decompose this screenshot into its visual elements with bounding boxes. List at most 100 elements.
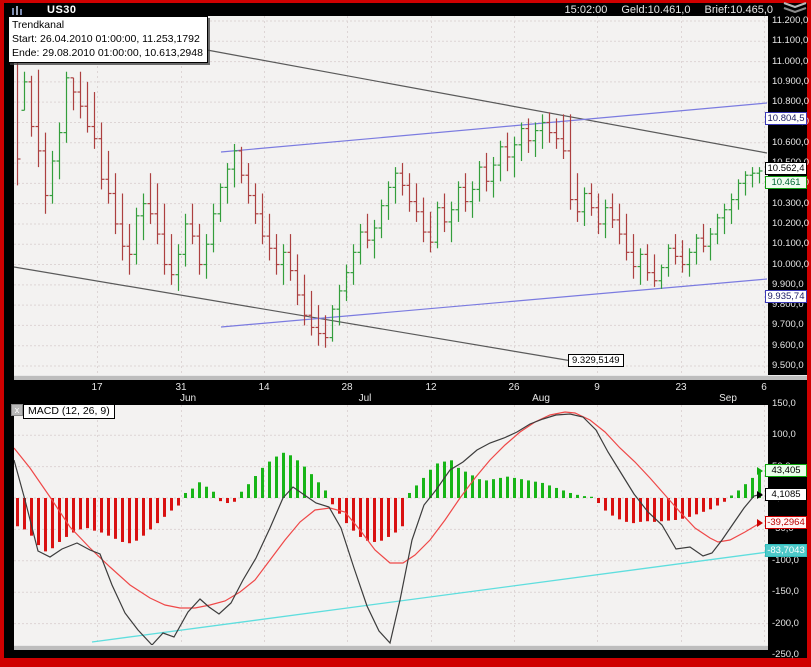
- ohlc-bar[interactable]: [168, 234, 175, 285]
- ohlc-bar[interactable]: [280, 244, 287, 285]
- ohlc-bar[interactable]: [378, 199, 385, 239]
- ohlc-bar[interactable]: [448, 201, 455, 243]
- ohlc-bar[interactable]: [42, 132, 49, 214]
- ohlc-bar[interactable]: [700, 223, 707, 253]
- price-axis[interactable]: 11.200,0 11.100,0 11.000,0 10.900,0 10.800,0…: [768, 15, 809, 375]
- ohlc-bar[interactable]: [385, 181, 392, 220]
- ohlc-bar[interactable]: [483, 152, 490, 192]
- ohlc-bar[interactable]: [672, 234, 679, 265]
- ohlc-bar[interactable]: [266, 213, 273, 261]
- ohlc-bar[interactable]: [567, 114, 574, 210]
- ohlc-bar[interactable]: [301, 274, 308, 326]
- ohlc-bar[interactable]: [469, 181, 476, 218]
- ohlc-bar[interactable]: [476, 161, 483, 202]
- ohlc-bar[interactable]: [455, 181, 462, 222]
- ohlc-bar[interactable]: [28, 75, 35, 137]
- ohlc-bar[interactable]: [182, 213, 189, 267]
- ohlc-bar[interactable]: [679, 240, 686, 273]
- ohlc-bar[interactable]: [406, 173, 413, 212]
- ohlc-bar[interactable]: [329, 305, 336, 342]
- ohlc-bar[interactable]: [70, 77, 77, 111]
- ohlc-bar[interactable]: [238, 146, 245, 184]
- ohlc-bar[interactable]: [581, 187, 588, 226]
- ohlc-bar[interactable]: [511, 136, 518, 178]
- ohlc-bar[interactable]: [756, 167, 763, 184]
- ohlc-bar[interactable]: [154, 183, 161, 245]
- ohlc-bar[interactable]: [133, 207, 140, 265]
- ohlc-bar[interactable]: [427, 211, 434, 253]
- ohlc-bar[interactable]: [252, 183, 259, 224]
- ohlc-bar[interactable]: [546, 112, 553, 143]
- ohlc-bar[interactable]: [721, 203, 728, 235]
- ohlc-bar[interactable]: [210, 203, 217, 253]
- ohlc-bar[interactable]: [287, 234, 294, 281]
- price-chart-area[interactable]: [14, 16, 768, 375]
- ohlc-bar[interactable]: [735, 179, 742, 210]
- ohlc-bar[interactable]: [294, 254, 301, 306]
- macd-chart-area[interactable]: [14, 405, 768, 645]
- channel-lower[interactable]: [220, 278, 768, 328]
- ohlc-bar[interactable]: [616, 203, 623, 245]
- ohlc-bar[interactable]: [161, 203, 168, 275]
- ohlc-bar[interactable]: [196, 223, 203, 275]
- ohlc-bar[interactable]: [539, 114, 546, 149]
- ohlc-bar[interactable]: [588, 183, 595, 216]
- price-chart-svg[interactable]: [14, 16, 768, 375]
- ohlc-bar[interactable]: [63, 71, 70, 143]
- ohlc-bar[interactable]: [525, 118, 532, 153]
- ohlc-bar[interactable]: [504, 132, 511, 172]
- ohlc-bar[interactable]: [574, 173, 581, 222]
- ohlc-bar[interactable]: [147, 173, 154, 224]
- ohlc-bar[interactable]: [105, 150, 112, 204]
- ohlc-bar[interactable]: [686, 248, 693, 277]
- ohlc-bar[interactable]: [364, 213, 371, 249]
- ohlc-bar[interactable]: [595, 193, 602, 235]
- collapse-chevron-icon[interactable]: [782, 1, 808, 13]
- ohlc-bar[interactable]: [532, 122, 539, 157]
- ohlc-bar[interactable]: [21, 71, 28, 111]
- ohlc-bar[interactable]: [119, 193, 126, 261]
- ohlc-bar[interactable]: [14, 45, 21, 186]
- time-axis[interactable]: 17 31 14 28 12 26 9 23 6 Jun Jul Aug Sep: [4, 380, 807, 405]
- ohlc-bar[interactable]: [637, 248, 644, 285]
- ohlc-bar[interactable]: [441, 193, 448, 233]
- ohlc-bar[interactable]: [413, 183, 420, 222]
- ohlc-bar[interactable]: [140, 193, 147, 241]
- ohlc-bar[interactable]: [707, 228, 714, 261]
- ohlc-bar[interactable]: [497, 140, 504, 182]
- ohlc-bar[interactable]: [693, 234, 700, 265]
- ohlc-bar[interactable]: [126, 223, 133, 275]
- ohlc-bar[interactable]: [112, 173, 119, 235]
- macd-chart-svg[interactable]: [14, 405, 768, 645]
- ohlc-bar[interactable]: [224, 163, 231, 204]
- ohlc-bar[interactable]: [728, 193, 735, 224]
- trendkanal-upper[interactable]: [206, 49, 768, 154]
- ohlc-bar[interactable]: [315, 305, 322, 346]
- ohlc-bar[interactable]: [343, 264, 350, 302]
- ohlc-bar[interactable]: [749, 167, 756, 188]
- macd-trendline[interactable]: [91, 551, 768, 643]
- ohlc-bar[interactable]: [420, 197, 427, 243]
- ohlc-bar[interactable]: [651, 254, 658, 287]
- ohlc-bar[interactable]: [434, 201, 441, 249]
- ohlc-bar[interactable]: [602, 199, 609, 239]
- macd-title[interactable]: MACD (12, 26, 9): [23, 404, 115, 419]
- ohlc-bar[interactable]: [35, 69, 42, 168]
- ohlc-bar[interactable]: [203, 234, 210, 279]
- macd-close-button[interactable]: x: [11, 404, 23, 416]
- ohlc-bar[interactable]: [518, 122, 525, 162]
- ohlc-bar[interactable]: [56, 122, 63, 180]
- ohlc-bar[interactable]: [336, 284, 343, 326]
- ohlc-bar[interactable]: [98, 122, 105, 190]
- ohlc-bar[interactable]: [609, 193, 616, 229]
- ohlc-bar[interactable]: [462, 173, 469, 212]
- ohlc-bar[interactable]: [175, 244, 182, 291]
- ohlc-bar[interactable]: [91, 92, 98, 149]
- ohlc-bar[interactable]: [399, 163, 406, 196]
- ohlc-bar[interactable]: [49, 150, 56, 204]
- ohlc-bar[interactable]: [273, 234, 280, 275]
- ohlc-bar[interactable]: [371, 219, 378, 259]
- ohlc-bar[interactable]: [84, 81, 91, 133]
- ohlc-bar[interactable]: [77, 71, 84, 119]
- ohlc-bar[interactable]: [714, 213, 721, 245]
